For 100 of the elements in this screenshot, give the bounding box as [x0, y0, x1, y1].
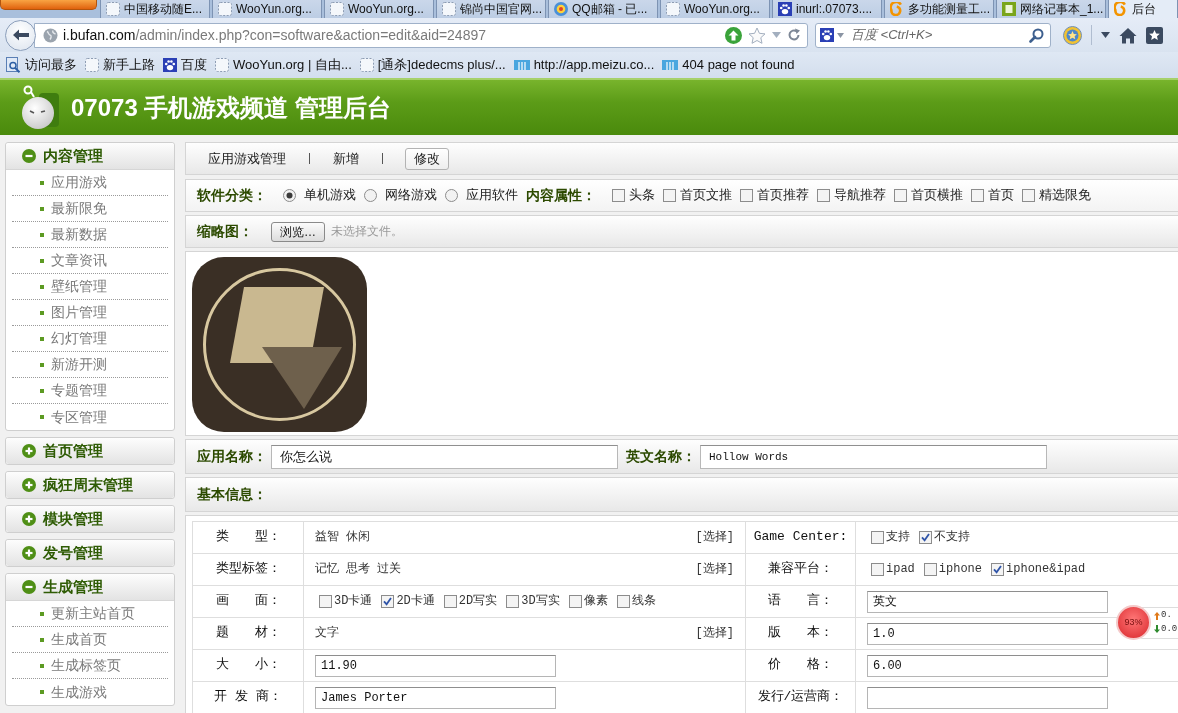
browse-button[interactable]: 浏览…: [271, 221, 325, 242]
text-field[interactable]: 英文: [867, 590, 1108, 613]
checkbox-label[interactable]: 首页推荐: [757, 187, 809, 204]
bookmarks-icon[interactable]: [1146, 26, 1163, 44]
browser-tab[interactable]: QQ邮箱 - 已...: [548, 0, 658, 18]
menu-item[interactable]: 专题管理: [12, 378, 168, 404]
checkbox-label[interactable]: 不支持: [934, 529, 970, 546]
browser-tab[interactable]: 锦尚中国官网...: [436, 0, 546, 18]
menu-item[interactable]: 新游开测: [12, 352, 168, 378]
checkbox-label[interactable]: ipad: [886, 561, 915, 578]
select-link[interactable]: [选择]: [695, 625, 734, 642]
toolbar-link[interactable]: 修改: [405, 147, 449, 170]
paw-icon[interactable]: [820, 28, 834, 42]
checkbox[interactable]: [991, 563, 1005, 576]
menu-section-header[interactable]: 生成管理: [6, 574, 174, 601]
checkbox[interactable]: [1022, 189, 1035, 202]
checkbox-label[interactable]: 精选限免: [1039, 187, 1091, 204]
checkbox-label[interactable]: 2D写实: [458, 593, 498, 610]
checkbox[interactable]: [616, 595, 630, 608]
checkbox[interactable]: [443, 595, 457, 608]
bookmark-link[interactable]: 访问最多: [5, 56, 77, 74]
text-field[interactable]: 11.90: [315, 654, 556, 677]
browser-tab[interactable]: inurl:.07073....: [772, 0, 882, 18]
bookmark-link[interactable]: 百度: [163, 56, 207, 74]
checkbox[interactable]: [612, 189, 625, 202]
menu-item[interactable]: 生成标签页: [12, 653, 168, 679]
checkbox[interactable]: [381, 595, 395, 608]
checkbox[interactable]: [923, 563, 937, 576]
checkbox-label[interactable]: 头条: [629, 187, 655, 204]
browser-tab[interactable]: WooYun.org...: [324, 0, 434, 18]
text-field[interactable]: James Porter: [315, 686, 556, 709]
menu-item[interactable]: 应用游戏: [12, 170, 168, 196]
menu-item[interactable]: 最新数据: [12, 222, 168, 248]
checkbox[interactable]: [663, 189, 676, 202]
radio-label[interactable]: 应用软件: [466, 187, 518, 204]
bookmark-link[interactable]: http://app.meizu.co...: [513, 56, 655, 74]
browser-tab[interactable]: 网络记事本_1...: [996, 0, 1106, 18]
radio-button[interactable]: [283, 189, 296, 202]
checkbox[interactable]: [971, 189, 984, 202]
menu-section-header[interactable]: 疯狂周末管理: [6, 472, 174, 498]
search-icon[interactable]: [1029, 27, 1044, 43]
checkbox-label[interactable]: 首页横推: [911, 187, 963, 204]
checkbox[interactable]: [871, 563, 884, 576]
select-link[interactable]: [选择]: [695, 529, 734, 546]
checkbox[interactable]: [319, 595, 332, 608]
checkbox-label[interactable]: 3D卡通: [334, 593, 373, 610]
browser-tab[interactable]: WooYun.org...: [212, 0, 322, 18]
browser-menu-button[interactable]: [0, 0, 97, 10]
menu-section-header[interactable]: 首页管理: [6, 438, 174, 464]
badge-icon[interactable]: [1063, 25, 1082, 45]
minus-circle-icon[interactable]: [22, 580, 36, 594]
plus-circle-icon[interactable]: [22, 546, 36, 560]
browser-tab[interactable]: WooYun.org...: [660, 0, 770, 18]
radio-button[interactable]: [364, 189, 377, 202]
checkbox-label[interactable]: iphone: [938, 561, 983, 578]
checkbox-label[interactable]: 导航推荐: [834, 187, 886, 204]
bookmark-link[interactable]: [通杀]dedecms plus/...: [359, 56, 506, 74]
search-field[interactable]: 百度 <Ctrl+K>: [847, 26, 1026, 44]
menu-item[interactable]: 最新限免: [12, 196, 168, 222]
browser-tab[interactable]: 中国移动随E...: [100, 0, 210, 18]
checkbox-label[interactable]: 支持: [886, 529, 910, 546]
menu-item[interactable]: 生成游戏: [12, 679, 168, 705]
english-name-field[interactable]: Hollow Words: [700, 444, 1047, 469]
checkbox[interactable]: [568, 595, 582, 608]
minus-circle-icon[interactable]: [22, 149, 36, 163]
checkbox[interactable]: [817, 189, 830, 202]
checkbox-label[interactable]: 2D卡通: [396, 593, 435, 610]
checkbox-label[interactable]: 首页文推: [680, 187, 732, 204]
app-name-field[interactable]: 你怎么说: [271, 444, 618, 469]
menu-section-header[interactable]: 内容管理: [6, 143, 174, 170]
checkbox[interactable]: [740, 189, 753, 202]
menu-item[interactable]: 更新主站首页: [12, 601, 168, 627]
menu-section-header[interactable]: 模块管理: [6, 506, 174, 532]
checkbox-label[interactable]: 像素: [583, 593, 608, 610]
radio-label[interactable]: 网络游戏: [385, 187, 437, 204]
menu-item[interactable]: 壁纸管理: [12, 274, 168, 300]
star-icon[interactable]: [748, 26, 766, 44]
bookmark-link[interactable]: 404 page not found: [662, 56, 795, 74]
back-button[interactable]: [5, 19, 36, 51]
home-icon[interactable]: [1119, 26, 1137, 44]
address-bar[interactable]: i.bufan.com/admin/index.php?con=software&action=edit&aid=24897: [34, 22, 808, 48]
checkbox-label[interactable]: 首页: [988, 187, 1014, 204]
menu-item[interactable]: 文章资讯: [12, 248, 168, 274]
caret-icon[interactable]: [837, 32, 844, 38]
radio-label[interactable]: 单机游戏: [304, 187, 356, 204]
menu-item[interactable]: 图片管理: [12, 300, 168, 326]
search-box[interactable]: 百度 <Ctrl+K>: [815, 22, 1051, 48]
bookmark-link[interactable]: WooYun.org | 自由...: [215, 56, 352, 74]
checkbox[interactable]: [919, 531, 932, 544]
bookmark-link[interactable]: 新手上路: [85, 56, 155, 74]
menu-item[interactable]: 幻灯管理: [12, 326, 168, 352]
checkbox-label[interactable]: 线条: [631, 593, 656, 610]
plus-circle-icon[interactable]: [22, 512, 36, 526]
text-field[interactable]: [867, 686, 1108, 709]
reload-icon[interactable]: [787, 28, 801, 42]
select-link[interactable]: [选择]: [695, 561, 734, 578]
plus-circle-icon[interactable]: [22, 478, 36, 492]
toolbar-link[interactable]: 新增: [332, 147, 360, 170]
checkbox[interactable]: [871, 531, 884, 544]
browser-tab[interactable]: 后台: [1108, 0, 1178, 18]
